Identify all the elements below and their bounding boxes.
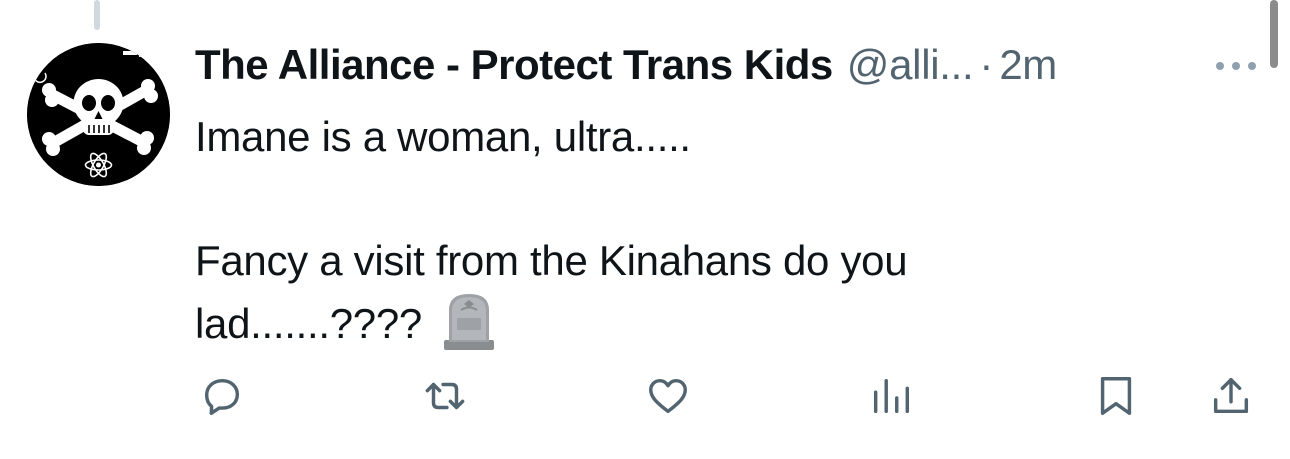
tweet-text-line: Fancy a visit from the Kinahans do you bbox=[195, 237, 908, 284]
separator-dot: · bbox=[979, 41, 994, 88]
username-handle[interactable]: @alli... bbox=[847, 38, 974, 92]
tweet-text-blank-line bbox=[195, 168, 1195, 230]
timestamp[interactable]: 2m bbox=[999, 38, 1057, 92]
tweet-header: The Alliance - Protect Trans Kids @alli.… bbox=[195, 38, 1057, 92]
like-button[interactable] bbox=[644, 372, 692, 420]
skull-crossbones-icon bbox=[27, 43, 170, 186]
avatar[interactable] bbox=[27, 43, 170, 186]
bookmark-icon bbox=[1100, 377, 1132, 415]
retweet-icon bbox=[425, 382, 465, 410]
share-icon bbox=[1213, 377, 1249, 414]
bookmark-button[interactable] bbox=[1092, 372, 1140, 420]
reply-button[interactable] bbox=[198, 372, 246, 420]
display-name[interactable]: The Alliance - Protect Trans Kids bbox=[195, 38, 833, 92]
thread-connector-line bbox=[94, 0, 100, 30]
share-button[interactable] bbox=[1207, 372, 1255, 420]
heart-icon bbox=[649, 378, 687, 414]
tweet-text: Imane is a woman, ultra..... Fancy a vis… bbox=[195, 106, 1195, 355]
retweet-button[interactable] bbox=[421, 372, 469, 420]
reply-icon bbox=[204, 378, 240, 415]
views-icon bbox=[873, 378, 910, 414]
tweet-text-line-content: lad.......???? bbox=[195, 300, 422, 347]
scrollbar[interactable] bbox=[1270, 0, 1278, 68]
tweet-text-line: Imane is a woman, ultra..... bbox=[195, 113, 691, 160]
views-button[interactable] bbox=[867, 372, 915, 420]
more-options-button[interactable] bbox=[1212, 56, 1260, 76]
more-options-icon bbox=[1216, 62, 1256, 70]
headstone-emoji-icon bbox=[442, 292, 496, 350]
tweet-text-line: lad.......???? bbox=[195, 292, 1195, 355]
